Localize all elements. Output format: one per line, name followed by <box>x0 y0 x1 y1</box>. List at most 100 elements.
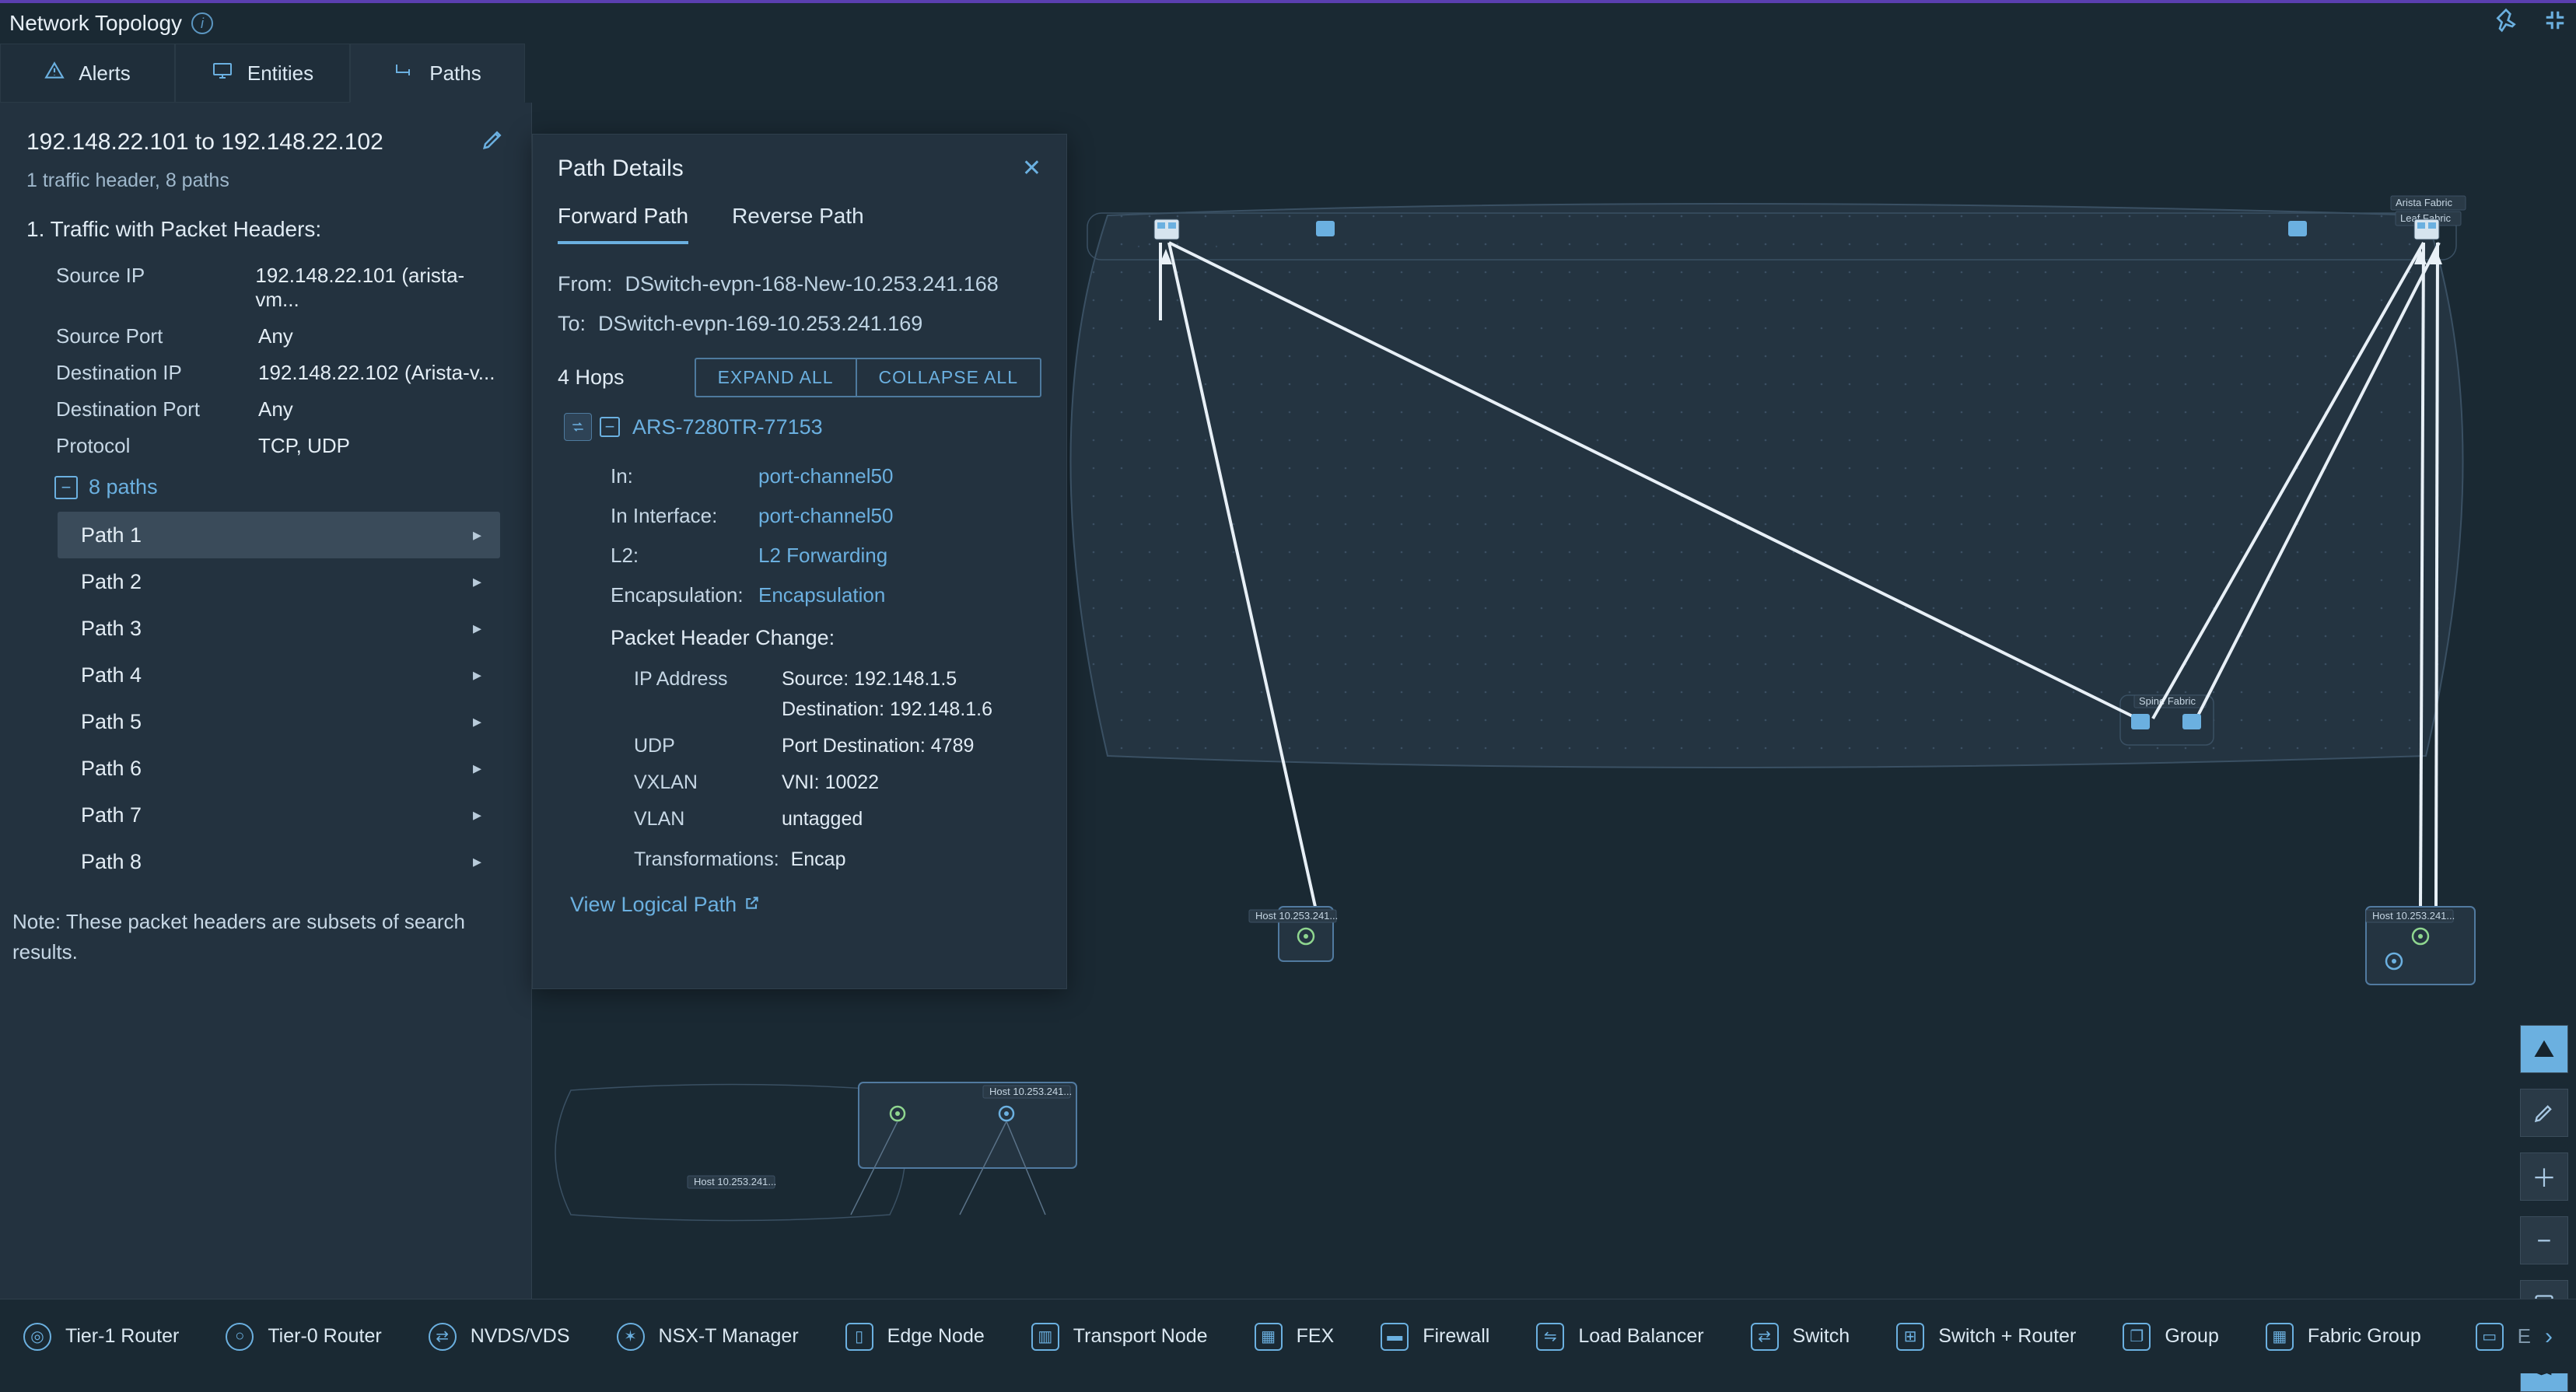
load-balancer-icon: ⇋ <box>1536 1323 1564 1351</box>
paths-count-label: 8 paths <box>89 475 158 499</box>
info-icon[interactable]: i <box>191 12 213 34</box>
paths-toggle[interactable]: − 8 paths <box>0 464 531 509</box>
legend-nvds: ⇄ NVDS/VDS <box>429 1323 570 1351</box>
mini-host-b-label: Host 10.253.241... <box>989 1086 1072 1097</box>
legend-switch: ⇄Switch <box>1751 1323 1850 1351</box>
chevron-right-icon: ▸ <box>473 525 481 545</box>
legend-fex: ▦FEX <box>1255 1323 1335 1351</box>
chevron-right-icon: ▸ <box>473 712 481 732</box>
leaf-switch-node[interactable] <box>1316 221 1335 236</box>
kv-val: 192.148.22.101 (arista-vm... <box>255 264 505 312</box>
pin-icon[interactable] <box>2494 8 2518 40</box>
path-item-1[interactable]: Path 1▸ <box>58 512 500 558</box>
legend-label: Fabric Group <box>2308 1325 2421 1348</box>
chevron-right-icon[interactable]: › <box>2545 1324 2553 1350</box>
collapse-icon[interactable] <box>2543 9 2567 39</box>
group-icon: ❐ <box>2123 1323 2151 1351</box>
left-panel-header: 192.148.22.101 to 192.148.22.102 <box>0 103 531 170</box>
firewall-icon: ▬ <box>1381 1323 1409 1351</box>
legend-switchrouter: ⊞Switch + Router <box>1896 1323 2076 1351</box>
path-item-4[interactable]: Path 4 ▸ <box>58 652 500 698</box>
kv-row: Source PortAny <box>56 318 505 355</box>
edge-node-icon: ▯ <box>845 1323 873 1351</box>
zoom-in-button[interactable]: ＋ <box>2520 1152 2568 1201</box>
legend-nsxt: ✶ NSX-T Manager <box>617 1323 799 1351</box>
legend-label: Switch + Router <box>1938 1325 2076 1348</box>
path-item-3[interactable]: Path 3▸ <box>58 605 500 652</box>
tier1-router-icon: ◎ <box>23 1323 51 1351</box>
path-label: Path 4 <box>81 663 142 687</box>
legend-label: Switch <box>1793 1325 1850 1348</box>
tabs-row: Alerts Entities Paths <box>0 44 2576 103</box>
tab-paths[interactable]: Paths <box>350 44 525 103</box>
legend-label: NSX-T Manager <box>659 1325 799 1348</box>
left-panel: 192.148.22.101 to 192.148.22.102 1 traff… <box>0 103 532 1300</box>
minimap[interactable]: Host 10.253.241... Host 10.253.241... <box>555 1082 1076 1222</box>
leaf-switch-node[interactable] <box>1154 219 1179 240</box>
chevron-right-icon: ▸ <box>473 758 481 778</box>
page-title: Network Topology <box>9 11 182 36</box>
legend-firewall: ▬ Firewall <box>1381 1323 1489 1351</box>
legend-label: Edge Node <box>887 1325 985 1348</box>
collapse-box-icon[interactable]: − <box>54 476 78 499</box>
spine-switch-node[interactable] <box>2182 714 2201 729</box>
path-label: Path 7 <box>81 803 142 827</box>
nvds-icon: ⇄ <box>429 1323 457 1351</box>
header-bar: Network Topology i <box>0 0 2576 44</box>
host-node[interactable]: Host 10.253.241... <box>2366 907 2475 985</box>
kv-val: Any <box>258 397 293 421</box>
leaf-switch-node[interactable] <box>2288 221 2307 236</box>
arista-fabric-label: Arista Fabric <box>2396 197 2452 208</box>
legend-label: FEX <box>1297 1325 1335 1348</box>
legend-fabric-group: ▦Fabric Group <box>2266 1323 2421 1351</box>
leaf-switch-node[interactable] <box>2414 219 2439 240</box>
path-label: Path 8 <box>81 850 142 874</box>
traffic-header-title: 1. Traffic with Packet Headers: <box>0 209 531 251</box>
legend-label: Firewall <box>1423 1325 1489 1348</box>
header-kv-table: Source IP192.148.22.101 (arista-vm... So… <box>0 251 531 464</box>
legend-transport: ▥ Transport Node <box>1031 1323 1208 1351</box>
path-item-2[interactable]: Path 2▸ <box>58 558 500 605</box>
mini-host-a-label: Host 10.253.241... <box>694 1176 776 1187</box>
path-label: Path 6 <box>81 757 142 781</box>
kv-key: Destination IP <box>56 361 258 385</box>
legend-label: Load Balancer <box>1578 1325 1703 1348</box>
tab-paths-label: Paths <box>429 61 481 86</box>
edit-icon[interactable] <box>481 128 505 157</box>
transport-node-icon: ▥ <box>1031 1323 1059 1351</box>
page-title-wrap: Network Topology i <box>9 11 213 36</box>
kv-val: Any <box>258 324 293 348</box>
tier0-router-icon: ○ <box>226 1323 254 1351</box>
zoom-out-button[interactable]: − <box>2520 1216 2568 1264</box>
spine-switch-node[interactable] <box>2131 714 2150 729</box>
kv-key: Destination Port <box>56 397 258 421</box>
path-item-7[interactable]: Path 7 ▸ <box>58 792 500 838</box>
legend-label: Transport Node <box>1073 1325 1208 1348</box>
chevron-right-icon: ▸ <box>473 805 481 825</box>
legend-label: NVDS/VDS <box>471 1325 570 1348</box>
kv-key: Source Port <box>56 324 258 348</box>
edit-button[interactable] <box>2520 1089 2568 1137</box>
chevron-right-icon: ▸ <box>473 618 481 638</box>
alerts-toggle-button[interactable] <box>2520 1025 2568 1073</box>
spine-fabric-label: Spine Fabric <box>2139 695 2196 707</box>
path-item-6[interactable]: Path 6 ▸ <box>58 745 500 792</box>
header-actions <box>2494 8 2567 40</box>
kv-key: Protocol <box>56 434 258 458</box>
topology-svg[interactable]: Arista Fabric Leaf Fabric Spine Fabric <box>532 103 2576 1299</box>
nsxt-icon: ✶ <box>617 1323 645 1351</box>
tab-alerts[interactable]: Alerts <box>0 44 175 103</box>
entities-icon <box>212 61 233 86</box>
legend-scroll: ▭ E › <box>2476 1323 2553 1351</box>
tab-entities[interactable]: Entities <box>175 44 350 103</box>
path-item-8[interactable]: Path 8▸ <box>58 838 500 885</box>
topology-canvas[interactable]: Arista Fabric Leaf Fabric Spine Fabric <box>532 103 2576 1299</box>
host-b-label: Host 10.253.241... <box>2372 910 2455 922</box>
chevron-right-icon: ▸ <box>473 665 481 685</box>
path-item-5[interactable]: Path 5▸ <box>58 698 500 745</box>
fabric-grid-overlay <box>1071 204 2463 768</box>
legend-more-label: E <box>2518 1324 2531 1348</box>
flow-title: 192.148.22.101 to 192.148.22.102 <box>26 129 383 156</box>
legend-more-icon: ▭ <box>2476 1323 2504 1351</box>
host-node[interactable]: Host 10.253.241... <box>1249 907 1338 961</box>
